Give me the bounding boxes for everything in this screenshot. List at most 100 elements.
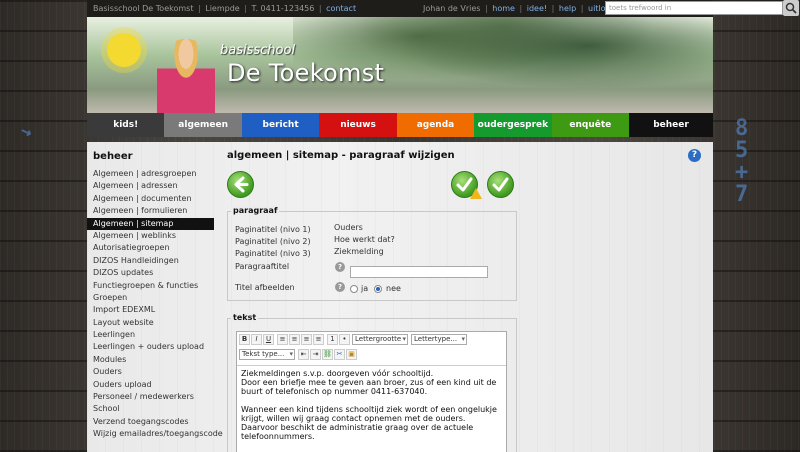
user-name: Johan de Vries xyxy=(423,4,481,13)
nav-tab-enquete[interactable]: enquête xyxy=(551,113,630,137)
sidebar-item[interactable]: DIZOS Handleidingen xyxy=(87,255,214,267)
help-icon[interactable]: ? xyxy=(335,282,345,292)
arrow-left-icon xyxy=(234,176,249,193)
help-icon[interactable]: ? xyxy=(335,262,345,272)
page-title: algemeen | sitemap - paragraaf wijzigen xyxy=(227,150,455,161)
top-bar: Basisschool De Toekomst | Liempde | T. 0… xyxy=(87,0,799,17)
sidebar-item[interactable]: School xyxy=(87,403,214,415)
tekst-fieldset: tekst B I U ≡ ≡ ≡ ≡ 1 • Lettergrootte Le… xyxy=(227,313,517,452)
header-title: De Toekomst xyxy=(227,59,385,87)
image-icon[interactable]: ▣ xyxy=(346,349,357,360)
sidebar-item[interactable]: Verzend toegangscodes xyxy=(87,416,214,428)
sidebar-item[interactable]: Autorisatiegroepen xyxy=(87,242,214,254)
help-link[interactable]: help xyxy=(559,4,576,13)
sidebar: beheer Algemeen | adresgroepen Algemeen … xyxy=(87,142,223,441)
editor-paragraph: Door een briefje mee te geven aan broer,… xyxy=(241,378,497,396)
sidebar-item-active[interactable]: Algemeen | sitemap xyxy=(87,217,214,230)
paragraaftitel-label: Paragraaftitel xyxy=(235,262,290,271)
sidebar-item[interactable]: Algemeen | documenten xyxy=(87,193,214,205)
help-icon[interactable]: ? xyxy=(688,149,701,162)
editor-paragraph: Wanneer een kind tijdens schooltijd ziek… xyxy=(241,405,497,441)
sidebar-item[interactable]: Algemeen | adresgroepen xyxy=(87,168,214,180)
font-type-select[interactable]: Lettertype... xyxy=(411,334,467,345)
nav-tab-bericht[interactable]: bericht xyxy=(241,113,320,137)
field-label-nivo1: Paginatitel (nivo 1) xyxy=(235,225,311,234)
main-panel: beheer Algemeen | adresgroepen Algemeen … xyxy=(87,142,713,452)
outdent-icon[interactable]: ⇤ xyxy=(298,349,309,360)
indent-icon[interactable]: ⇥ xyxy=(310,349,321,360)
nav-tab-beheer[interactable]: beheer xyxy=(629,113,713,137)
save-warning-button[interactable] xyxy=(451,171,482,199)
idee-link[interactable]: idee! xyxy=(527,4,547,13)
school-info: Basisschool De Toekomst | Liempde | T. 0… xyxy=(93,4,357,13)
editor-line: Ziekmeldingen s.v.p. doorgeven vóór scho… xyxy=(241,369,434,378)
align-left-icon[interactable]: ≡ xyxy=(277,334,288,345)
sidebar-item[interactable]: DIZOS updates xyxy=(87,267,214,279)
text-type-select[interactable]: Tekst type... xyxy=(239,349,295,360)
nav-tab-oudergesprek[interactable]: oudergesprek xyxy=(474,113,552,137)
nav-tab-algemeen[interactable]: algemeen xyxy=(164,113,242,137)
align-center-icon[interactable]: ≡ xyxy=(289,334,300,345)
align-justify-icon[interactable]: ≡ xyxy=(313,334,324,345)
radio-nee-label: nee xyxy=(386,284,401,293)
field-label-nivo2: Paginatitel (nivo 2) xyxy=(235,237,311,246)
sidebar-item[interactable]: Ouders xyxy=(87,366,214,378)
field-value-nivo1: Ouders xyxy=(334,223,363,232)
font-size-select[interactable]: Lettergrootte xyxy=(352,334,408,345)
header-child-image xyxy=(157,39,215,113)
field-label-nivo3: Paginatitel (nivo 3) xyxy=(235,249,311,258)
site-header: basisschool De Toekomst xyxy=(87,17,713,113)
search-button[interactable] xyxy=(783,0,799,16)
sidebar-item[interactable]: Leerlingen + ouders upload xyxy=(87,341,214,353)
search-input[interactable]: toets trefwoord in xyxy=(605,1,783,15)
home-link[interactable]: home xyxy=(492,4,515,13)
chalk-doodle-right: 8 5 +7 xyxy=(735,116,749,207)
italic-button[interactable]: I xyxy=(251,334,262,345)
radio-nee[interactable] xyxy=(374,285,382,293)
sidebar-item[interactable]: Personeel / medewerkers xyxy=(87,391,214,403)
search-icon xyxy=(785,2,797,14)
sidebar-item[interactable]: Ouders upload xyxy=(87,379,214,391)
unordered-list-icon[interactable]: • xyxy=(339,334,350,345)
paragraaf-legend: paragraaf xyxy=(231,206,280,215)
sidebar-item[interactable]: Import EDEXML xyxy=(87,304,214,316)
sidebar-item[interactable]: Algemeen | formulieren xyxy=(87,205,214,217)
editor-content[interactable]: Ziekmeldingen s.v.p. doorgeven vóór scho… xyxy=(237,365,506,452)
bold-button[interactable]: B xyxy=(239,334,250,345)
sidebar-item[interactable]: Layout website xyxy=(87,317,214,329)
align-right-icon[interactable]: ≡ xyxy=(301,334,312,345)
sun-drawing xyxy=(107,33,141,67)
user-bar: Johan de Vries | home | idee! | help | u… xyxy=(423,1,626,16)
sidebar-item[interactable]: Functiegroepen & functies xyxy=(87,280,214,292)
paragraaftitel-input[interactable] xyxy=(350,266,488,278)
header-subtitle: basisschool xyxy=(220,43,296,58)
rich-text-editor: B I U ≡ ≡ ≡ ≡ 1 • Lettergrootte Letterty… xyxy=(236,331,507,452)
main-nav: kids! algemeen bericht nieuws agenda oud… xyxy=(87,113,713,137)
sidebar-item[interactable]: Algemeen | adressen xyxy=(87,180,214,192)
ordered-list-icon[interactable]: 1 xyxy=(327,334,338,345)
link-icon[interactable]: ⛓ xyxy=(322,349,333,360)
nav-tab-nieuws[interactable]: nieuws xyxy=(319,113,397,137)
back-button[interactable] xyxy=(227,171,254,198)
tekst-legend: tekst xyxy=(231,313,259,322)
field-value-nivo3: Ziekmelding xyxy=(334,247,384,256)
field-value-nivo2: Hoe werkt dat? xyxy=(334,235,395,244)
save-button[interactable] xyxy=(487,171,514,198)
underline-button[interactable]: U xyxy=(263,334,274,345)
place-text: Liempde xyxy=(205,4,240,13)
sidebar-item[interactable]: Wijzig emailadres/toegangscode xyxy=(87,428,223,440)
sidebar-item[interactable]: Modules xyxy=(87,354,214,366)
unlink-icon[interactable]: ✂ xyxy=(334,349,345,360)
sidebar-item[interactable]: Groepen xyxy=(87,292,214,304)
sidebar-menu: Algemeen | adresgroepen Algemeen | adres… xyxy=(87,168,223,441)
contact-link[interactable]: contact xyxy=(326,4,356,13)
check-icon xyxy=(492,177,509,192)
sidebar-item[interactable]: Algemeen | weblinks xyxy=(87,230,214,242)
phone-text: T. 0411-123456 xyxy=(251,4,315,13)
nav-tab-kids[interactable]: kids! xyxy=(87,113,165,137)
content-area: algemeen | sitemap - paragraaf wijzigen … xyxy=(227,142,713,452)
radio-ja[interactable] xyxy=(350,285,358,293)
sidebar-item[interactable]: Leerlingen xyxy=(87,329,214,341)
nav-tab-agenda[interactable]: agenda xyxy=(396,113,475,137)
school-name-text: Basisschool De Toekomst xyxy=(93,4,194,13)
